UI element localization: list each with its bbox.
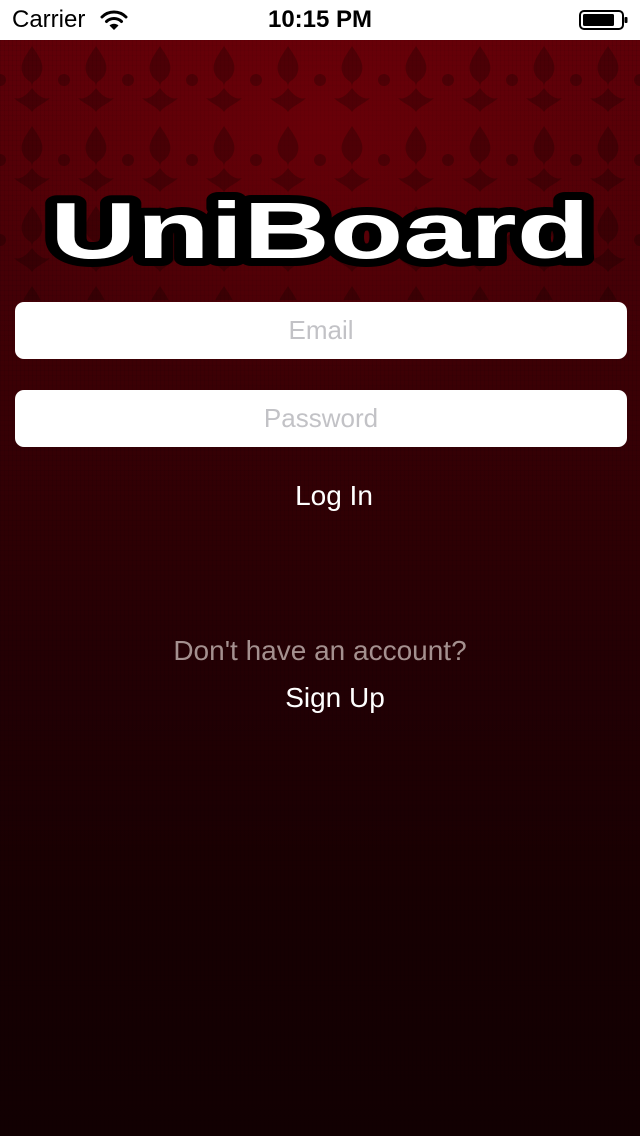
signup-button[interactable]: Sign Up bbox=[235, 676, 435, 720]
login-screen: UniBoard UniBoard Log In Don't have an a… bbox=[0, 40, 640, 1136]
status-bar: Carrier 10:15 PM bbox=[0, 0, 640, 40]
battery-icon bbox=[579, 10, 628, 30]
no-account-prompt: Don't have an account? bbox=[173, 635, 467, 666]
login-button[interactable]: Log In bbox=[234, 472, 434, 520]
email-field[interactable] bbox=[15, 302, 627, 359]
password-field[interactable] bbox=[15, 390, 627, 447]
logo-text: UniBoard bbox=[50, 186, 590, 270]
uniboard-logo: UniBoard UniBoard bbox=[42, 180, 598, 270]
status-time: 10:15 PM bbox=[267, 6, 373, 33]
